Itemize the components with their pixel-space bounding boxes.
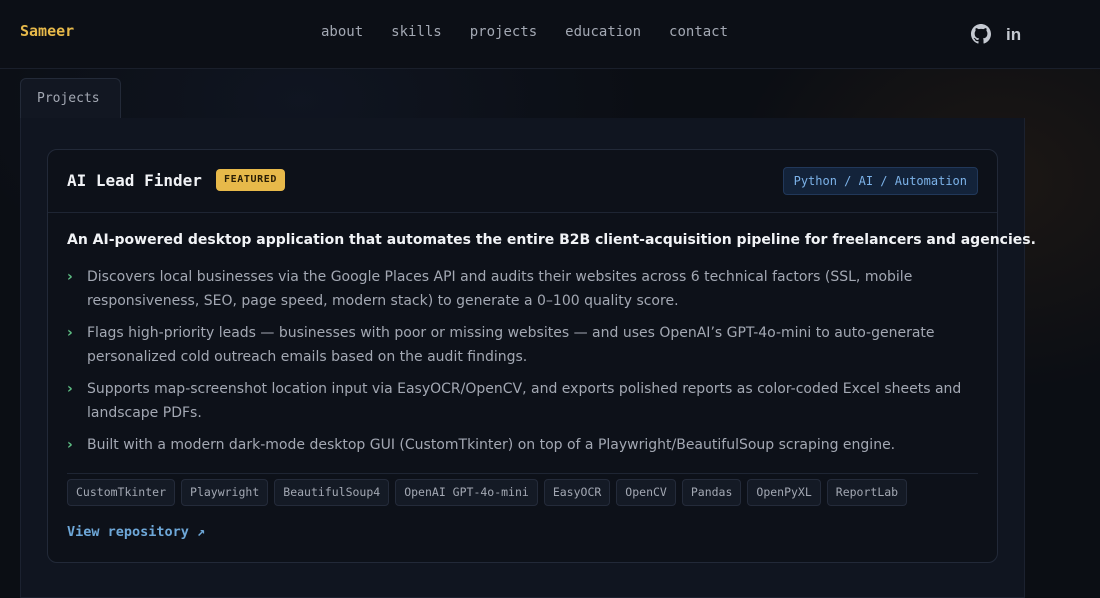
github-icon[interactable] <box>971 24 991 44</box>
nav-education[interactable]: education <box>565 24 641 40</box>
chevron-right-icon: › <box>67 269 73 285</box>
view-repository-link[interactable]: View repository ↗ <box>67 524 205 540</box>
tech-tag: BeautifulSoup4 <box>274 479 390 506</box>
tech-tag: EasyOCR <box>543 479 611 506</box>
featured-badge: FEATURED <box>216 169 285 191</box>
list-item: › Flags high-priority leads — businesses… <box>67 321 972 369</box>
nav-contact[interactable]: contact <box>669 24 728 40</box>
tech-tag: OpenPyXL <box>747 479 821 506</box>
tech-tag: ReportLab <box>826 479 908 506</box>
tech-tags: CustomTkinter Playwright BeautifulSoup4 … <box>67 479 908 506</box>
tab-projects[interactable]: Projects <box>20 78 121 119</box>
tech-tag: Pandas <box>681 479 742 506</box>
nav-skills[interactable]: skills <box>391 24 442 40</box>
top-navigation-bar: Sameer about skills projects education c… <box>0 0 1100 69</box>
linkedin-icon[interactable]: in <box>1006 25 1026 45</box>
list-item: › Supports map-screenshot location input… <box>67 377 972 425</box>
brand-logo[interactable]: Sameer <box>20 22 74 40</box>
list-item-text: Built with a modern dark-mode desktop GU… <box>87 437 896 453</box>
list-item: › Built with a modern dark-mode desktop … <box>67 433 972 457</box>
feature-list: › Discovers local businesses via the Goo… <box>67 265 972 465</box>
list-item-text: Supports map-screenshot location input v… <box>87 381 962 421</box>
linkedin-label: in <box>1006 25 1022 44</box>
nav-about[interactable]: about <box>321 24 363 40</box>
divider <box>67 473 978 474</box>
tech-tag: OpenAI GPT-4o-mini <box>395 479 538 506</box>
chevron-right-icon: › <box>67 381 73 397</box>
tech-tag: CustomTkinter <box>67 479 176 506</box>
chevron-right-icon: › <box>67 437 73 453</box>
tech-tag: Playwright <box>181 479 269 506</box>
project-title: AI Lead Finder <box>67 171 202 190</box>
list-item-text: Discovers local businesses via the Googl… <box>87 269 913 309</box>
tech-tag: OpenCV <box>616 479 676 506</box>
list-item: › Discovers local businesses via the Goo… <box>67 265 972 313</box>
main-nav: about skills projects education contact <box>321 24 728 40</box>
list-item-text: Flags high-priority leads — businesses w… <box>87 325 935 365</box>
project-card-header: AI Lead Finder FEATURED Python / AI / Au… <box>48 150 997 213</box>
nav-projects[interactable]: projects <box>470 24 537 40</box>
tech-stack-label: Python / AI / Automation <box>782 167 978 195</box>
project-description: An AI-powered desktop application that a… <box>67 232 1036 248</box>
chevron-right-icon: › <box>67 325 73 341</box>
project-card: AI Lead Finder FEATURED Python / AI / Au… <box>47 149 1036 563</box>
